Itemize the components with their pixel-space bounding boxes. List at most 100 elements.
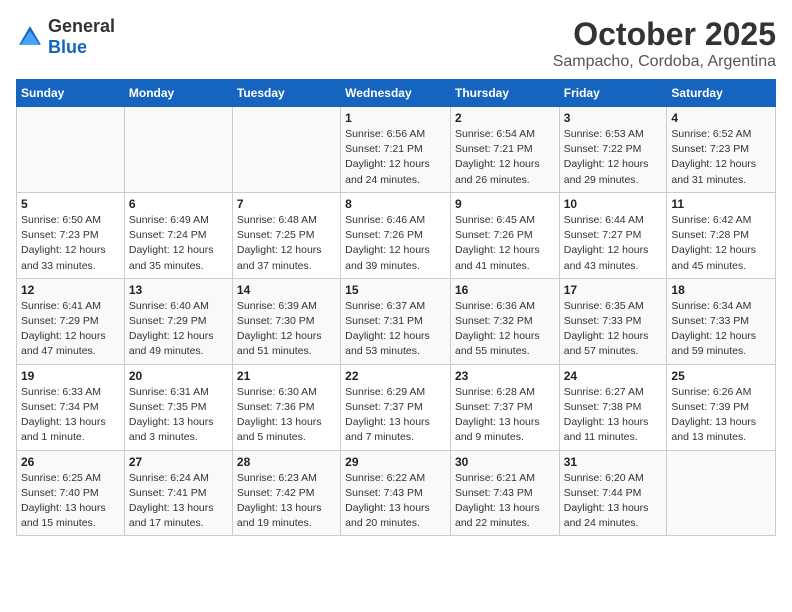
- calendar-cell: 27 Sunrise: 6:24 AM Sunset: 7:41 PM Dayli…: [124, 450, 232, 536]
- calendar-cell: 6 Sunrise: 6:49 AM Sunset: 7:24 PM Daylig…: [124, 192, 232, 278]
- cell-info: Sunrise: 6:53 AM Sunset: 7:22 PM Dayligh…: [564, 127, 663, 188]
- cell-info: Sunrise: 6:39 AM Sunset: 7:30 PM Dayligh…: [237, 299, 336, 360]
- calendar-cell: 7 Sunrise: 6:48 AM Sunset: 7:25 PM Daylig…: [232, 192, 340, 278]
- calendar-week-row: 19Sunrise: 6:33 AM Sunset: 7:34 PM Dayli…: [17, 364, 776, 450]
- cell-info: Sunrise: 6:21 AM Sunset: 7:43 PM Dayligh…: [455, 471, 555, 532]
- calendar-cell: 15 Sunrise: 6:37 AM Sunset: 7:31 PM Dayli…: [341, 278, 451, 364]
- cell-info: Sunrise: 6:34 AM Sunset: 7:33 PM Dayligh…: [671, 299, 771, 360]
- weekday-header-monday: Monday: [124, 80, 232, 107]
- day-number: 26: [21, 455, 120, 469]
- day-number: 16: [455, 283, 555, 297]
- calendar-week-row: 26 Sunrise: 6:25 AM Sunset: 7:40 PM Dayli…: [17, 450, 776, 536]
- logo-text-general: General: [48, 16, 115, 36]
- day-number: 20: [129, 369, 228, 383]
- cell-info: Sunrise: 6:56 AM Sunset: 7:21 PM Dayligh…: [345, 127, 446, 188]
- cell-info: Sunrise: 6:52 AM Sunset: 7:23 PM Dayligh…: [671, 127, 771, 188]
- day-number: 9: [455, 197, 555, 211]
- cell-info: Sunrise: 6:30 AM Sunset: 7:36 PM Dayligh…: [237, 385, 336, 446]
- calendar-cell: 31Sunrise: 6:20 AM Sunset: 7:44 PM Dayli…: [559, 450, 667, 536]
- cell-info: Sunrise: 6:33 AM Sunset: 7:34 PM Dayligh…: [21, 385, 120, 446]
- calendar-cell: 29 Sunrise: 6:22 AM Sunset: 7:43 PM Dayli…: [341, 450, 451, 536]
- weekday-header-friday: Friday: [559, 80, 667, 107]
- day-number: 5: [21, 197, 120, 211]
- day-number: 8: [345, 197, 446, 211]
- calendar-cell: [667, 450, 776, 536]
- day-number: 24: [564, 369, 663, 383]
- calendar-cell: 30Sunrise: 6:21 AM Sunset: 7:43 PM Dayli…: [450, 450, 559, 536]
- cell-info: Sunrise: 6:46 AM Sunset: 7:26 PM Dayligh…: [345, 213, 446, 274]
- day-number: 29: [345, 455, 446, 469]
- day-number: 11: [671, 197, 771, 211]
- day-number: 1: [345, 111, 446, 125]
- calendar-cell: 19Sunrise: 6:33 AM Sunset: 7:34 PM Dayli…: [17, 364, 125, 450]
- cell-info: Sunrise: 6:35 AM Sunset: 7:33 PM Dayligh…: [564, 299, 663, 360]
- page-header: General Blue October 2025 Sampacho, Cord…: [16, 16, 776, 71]
- logo-icon: [16, 23, 44, 51]
- day-number: 23: [455, 369, 555, 383]
- day-number: 4: [671, 111, 771, 125]
- day-number: 14: [237, 283, 336, 297]
- calendar-cell: 24 Sunrise: 6:27 AM Sunset: 7:38 PM Dayli…: [559, 364, 667, 450]
- day-number: 6: [129, 197, 228, 211]
- calendar-cell: 25 Sunrise: 6:26 AM Sunset: 7:39 PM Dayli…: [667, 364, 776, 450]
- calendar-cell: 12Sunrise: 6:41 AM Sunset: 7:29 PM Dayli…: [17, 278, 125, 364]
- calendar-cell: 18 Sunrise: 6:34 AM Sunset: 7:33 PM Dayli…: [667, 278, 776, 364]
- cell-info: Sunrise: 6:27 AM Sunset: 7:38 PM Dayligh…: [564, 385, 663, 446]
- calendar-week-row: 5 Sunrise: 6:50 AM Sunset: 7:23 PM Daylig…: [17, 192, 776, 278]
- day-number: 28: [237, 455, 336, 469]
- cell-info: Sunrise: 6:42 AM Sunset: 7:28 PM Dayligh…: [671, 213, 771, 274]
- calendar-cell: 1 Sunrise: 6:56 AM Sunset: 7:21 PM Daylig…: [341, 107, 451, 193]
- cell-info: Sunrise: 6:24 AM Sunset: 7:41 PM Dayligh…: [129, 471, 228, 532]
- calendar-cell: 11 Sunrise: 6:42 AM Sunset: 7:28 PM Dayli…: [667, 192, 776, 278]
- cell-info: Sunrise: 6:49 AM Sunset: 7:24 PM Dayligh…: [129, 213, 228, 274]
- calendar-cell: 16 Sunrise: 6:36 AM Sunset: 7:32 PM Dayli…: [450, 278, 559, 364]
- title-block: October 2025 Sampacho, Cordoba, Argentin…: [553, 16, 776, 71]
- calendar-cell: 13 Sunrise: 6:40 AM Sunset: 7:29 PM Dayli…: [124, 278, 232, 364]
- logo-text-blue: Blue: [48, 37, 87, 57]
- calendar-cell: [17, 107, 125, 193]
- day-number: 25: [671, 369, 771, 383]
- day-number: 13: [129, 283, 228, 297]
- day-number: 15: [345, 283, 446, 297]
- day-number: 7: [237, 197, 336, 211]
- cell-info: Sunrise: 6:40 AM Sunset: 7:29 PM Dayligh…: [129, 299, 228, 360]
- cell-info: Sunrise: 6:41 AM Sunset: 7:29 PM Dayligh…: [21, 299, 120, 360]
- calendar-cell: [124, 107, 232, 193]
- cell-info: Sunrise: 6:50 AM Sunset: 7:23 PM Dayligh…: [21, 213, 120, 274]
- cell-info: Sunrise: 6:48 AM Sunset: 7:25 PM Dayligh…: [237, 213, 336, 274]
- weekday-header-thursday: Thursday: [450, 80, 559, 107]
- day-number: 18: [671, 283, 771, 297]
- cell-info: Sunrise: 6:22 AM Sunset: 7:43 PM Dayligh…: [345, 471, 446, 532]
- cell-info: Sunrise: 6:26 AM Sunset: 7:39 PM Dayligh…: [671, 385, 771, 446]
- cell-info: Sunrise: 6:36 AM Sunset: 7:32 PM Dayligh…: [455, 299, 555, 360]
- calendar-cell: 17Sunrise: 6:35 AM Sunset: 7:33 PM Dayli…: [559, 278, 667, 364]
- day-number: 22: [345, 369, 446, 383]
- calendar-cell: 20Sunrise: 6:31 AM Sunset: 7:35 PM Dayli…: [124, 364, 232, 450]
- cell-info: Sunrise: 6:37 AM Sunset: 7:31 PM Dayligh…: [345, 299, 446, 360]
- cell-info: Sunrise: 6:44 AM Sunset: 7:27 PM Dayligh…: [564, 213, 663, 274]
- day-number: 27: [129, 455, 228, 469]
- calendar-cell: 9Sunrise: 6:45 AM Sunset: 7:26 PM Daylig…: [450, 192, 559, 278]
- weekday-header-saturday: Saturday: [667, 80, 776, 107]
- calendar-week-row: 1 Sunrise: 6:56 AM Sunset: 7:21 PM Daylig…: [17, 107, 776, 193]
- calendar-cell: 4 Sunrise: 6:52 AM Sunset: 7:23 PM Daylig…: [667, 107, 776, 193]
- calendar-cell: 5 Sunrise: 6:50 AM Sunset: 7:23 PM Daylig…: [17, 192, 125, 278]
- calendar-cell: 22Sunrise: 6:29 AM Sunset: 7:37 PM Dayli…: [341, 364, 451, 450]
- day-number: 3: [564, 111, 663, 125]
- calendar-cell: 10 Sunrise: 6:44 AM Sunset: 7:27 PM Dayli…: [559, 192, 667, 278]
- day-number: 21: [237, 369, 336, 383]
- day-number: 10: [564, 197, 663, 211]
- cell-info: Sunrise: 6:54 AM Sunset: 7:21 PM Dayligh…: [455, 127, 555, 188]
- calendar-cell: 28Sunrise: 6:23 AM Sunset: 7:42 PM Dayli…: [232, 450, 340, 536]
- day-number: 2: [455, 111, 555, 125]
- calendar-cell: 3 Sunrise: 6:53 AM Sunset: 7:22 PM Daylig…: [559, 107, 667, 193]
- calendar-cell: [232, 107, 340, 193]
- page-subtitle: Sampacho, Cordoba, Argentina: [553, 53, 776, 71]
- cell-info: Sunrise: 6:25 AM Sunset: 7:40 PM Dayligh…: [21, 471, 120, 532]
- calendar-cell: 2 Sunrise: 6:54 AM Sunset: 7:21 PM Daylig…: [450, 107, 559, 193]
- weekday-header-wednesday: Wednesday: [341, 80, 451, 107]
- weekday-header-sunday: Sunday: [17, 80, 125, 107]
- weekday-header-tuesday: Tuesday: [232, 80, 340, 107]
- cell-info: Sunrise: 6:28 AM Sunset: 7:37 PM Dayligh…: [455, 385, 555, 446]
- calendar-cell: 26 Sunrise: 6:25 AM Sunset: 7:40 PM Dayli…: [17, 450, 125, 536]
